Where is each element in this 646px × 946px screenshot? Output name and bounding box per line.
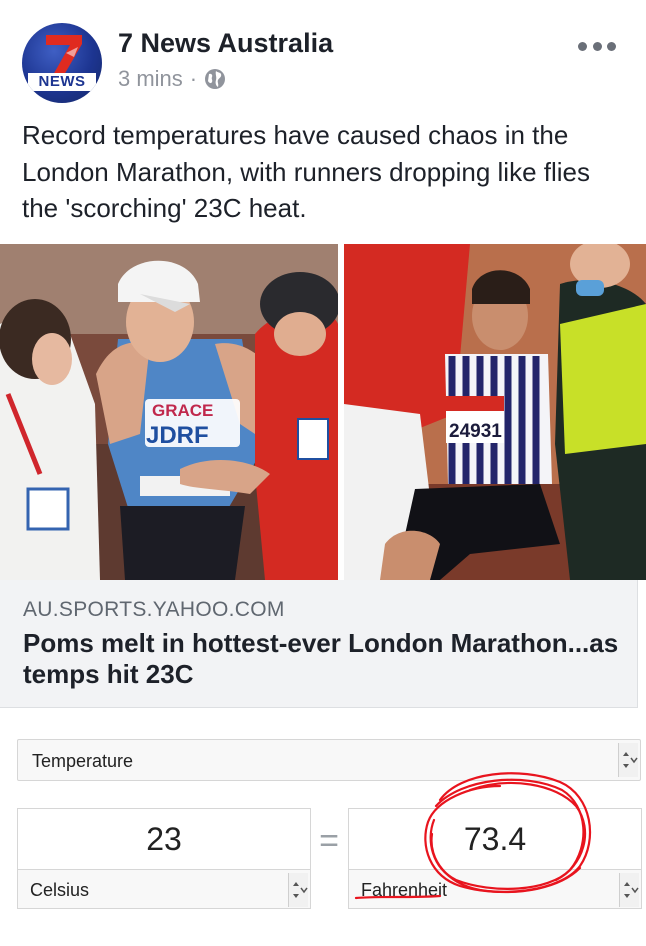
- celsius-unit-select[interactable]: Celsius: [17, 869, 311, 909]
- post-header: NEWS 7 News Australia 3 mins ·: [0, 0, 646, 112]
- equals-sign: =: [319, 822, 339, 860]
- fahrenheit-value[interactable]: 73.4: [349, 821, 641, 858]
- select-arrows-icon[interactable]: [619, 873, 639, 907]
- seven-logo-icon: [46, 35, 82, 75]
- fahrenheit-unit-label: Fahrenheit: [361, 880, 448, 900]
- post-photo[interactable]: GRACE JDRF 24931: [0, 244, 646, 580]
- meta-separator: ·: [189, 66, 198, 91]
- post-meta: 3 mins ·: [118, 66, 226, 92]
- link-domain: AU.SPORTS.YAHOO.COM: [23, 598, 285, 621]
- post-text: Record temperatures have caused chaos in…: [22, 120, 591, 223]
- unit-type-label: Temperature: [32, 751, 134, 771]
- bib-number-text: 24931: [449, 421, 502, 442]
- bib-charity-text: JDRF: [146, 422, 209, 449]
- select-arrows-icon[interactable]: [288, 873, 308, 907]
- fahrenheit-unit-select[interactable]: Fahrenheit: [348, 869, 642, 909]
- celsius-unit-label: Celsius: [30, 880, 90, 900]
- page-name-link[interactable]: 7 News Australia: [118, 28, 333, 59]
- select-arrows-icon[interactable]: [618, 743, 638, 777]
- unit-type-select[interactable]: Temperature: [17, 739, 641, 781]
- avatar-news-label: NEWS: [28, 73, 96, 91]
- celsius-value-field[interactable]: 23: [17, 808, 311, 870]
- globe-icon[interactable]: [204, 68, 226, 90]
- post-timestamp[interactable]: 3 mins: [118, 66, 183, 92]
- bib-name-text: GRACE: [152, 401, 213, 420]
- celsius-value[interactable]: 23: [18, 821, 310, 858]
- page-avatar[interactable]: NEWS: [22, 23, 102, 103]
- link-title[interactable]: Poms melt in hottest-ever London Maratho…: [23, 628, 623, 690]
- more-options-icon[interactable]: [578, 36, 616, 56]
- fahrenheit-value-field[interactable]: 73.4: [348, 808, 642, 870]
- link-preview-card[interactable]: AU.SPORTS.YAHOO.COM Poms melt in hottest…: [0, 580, 638, 708]
